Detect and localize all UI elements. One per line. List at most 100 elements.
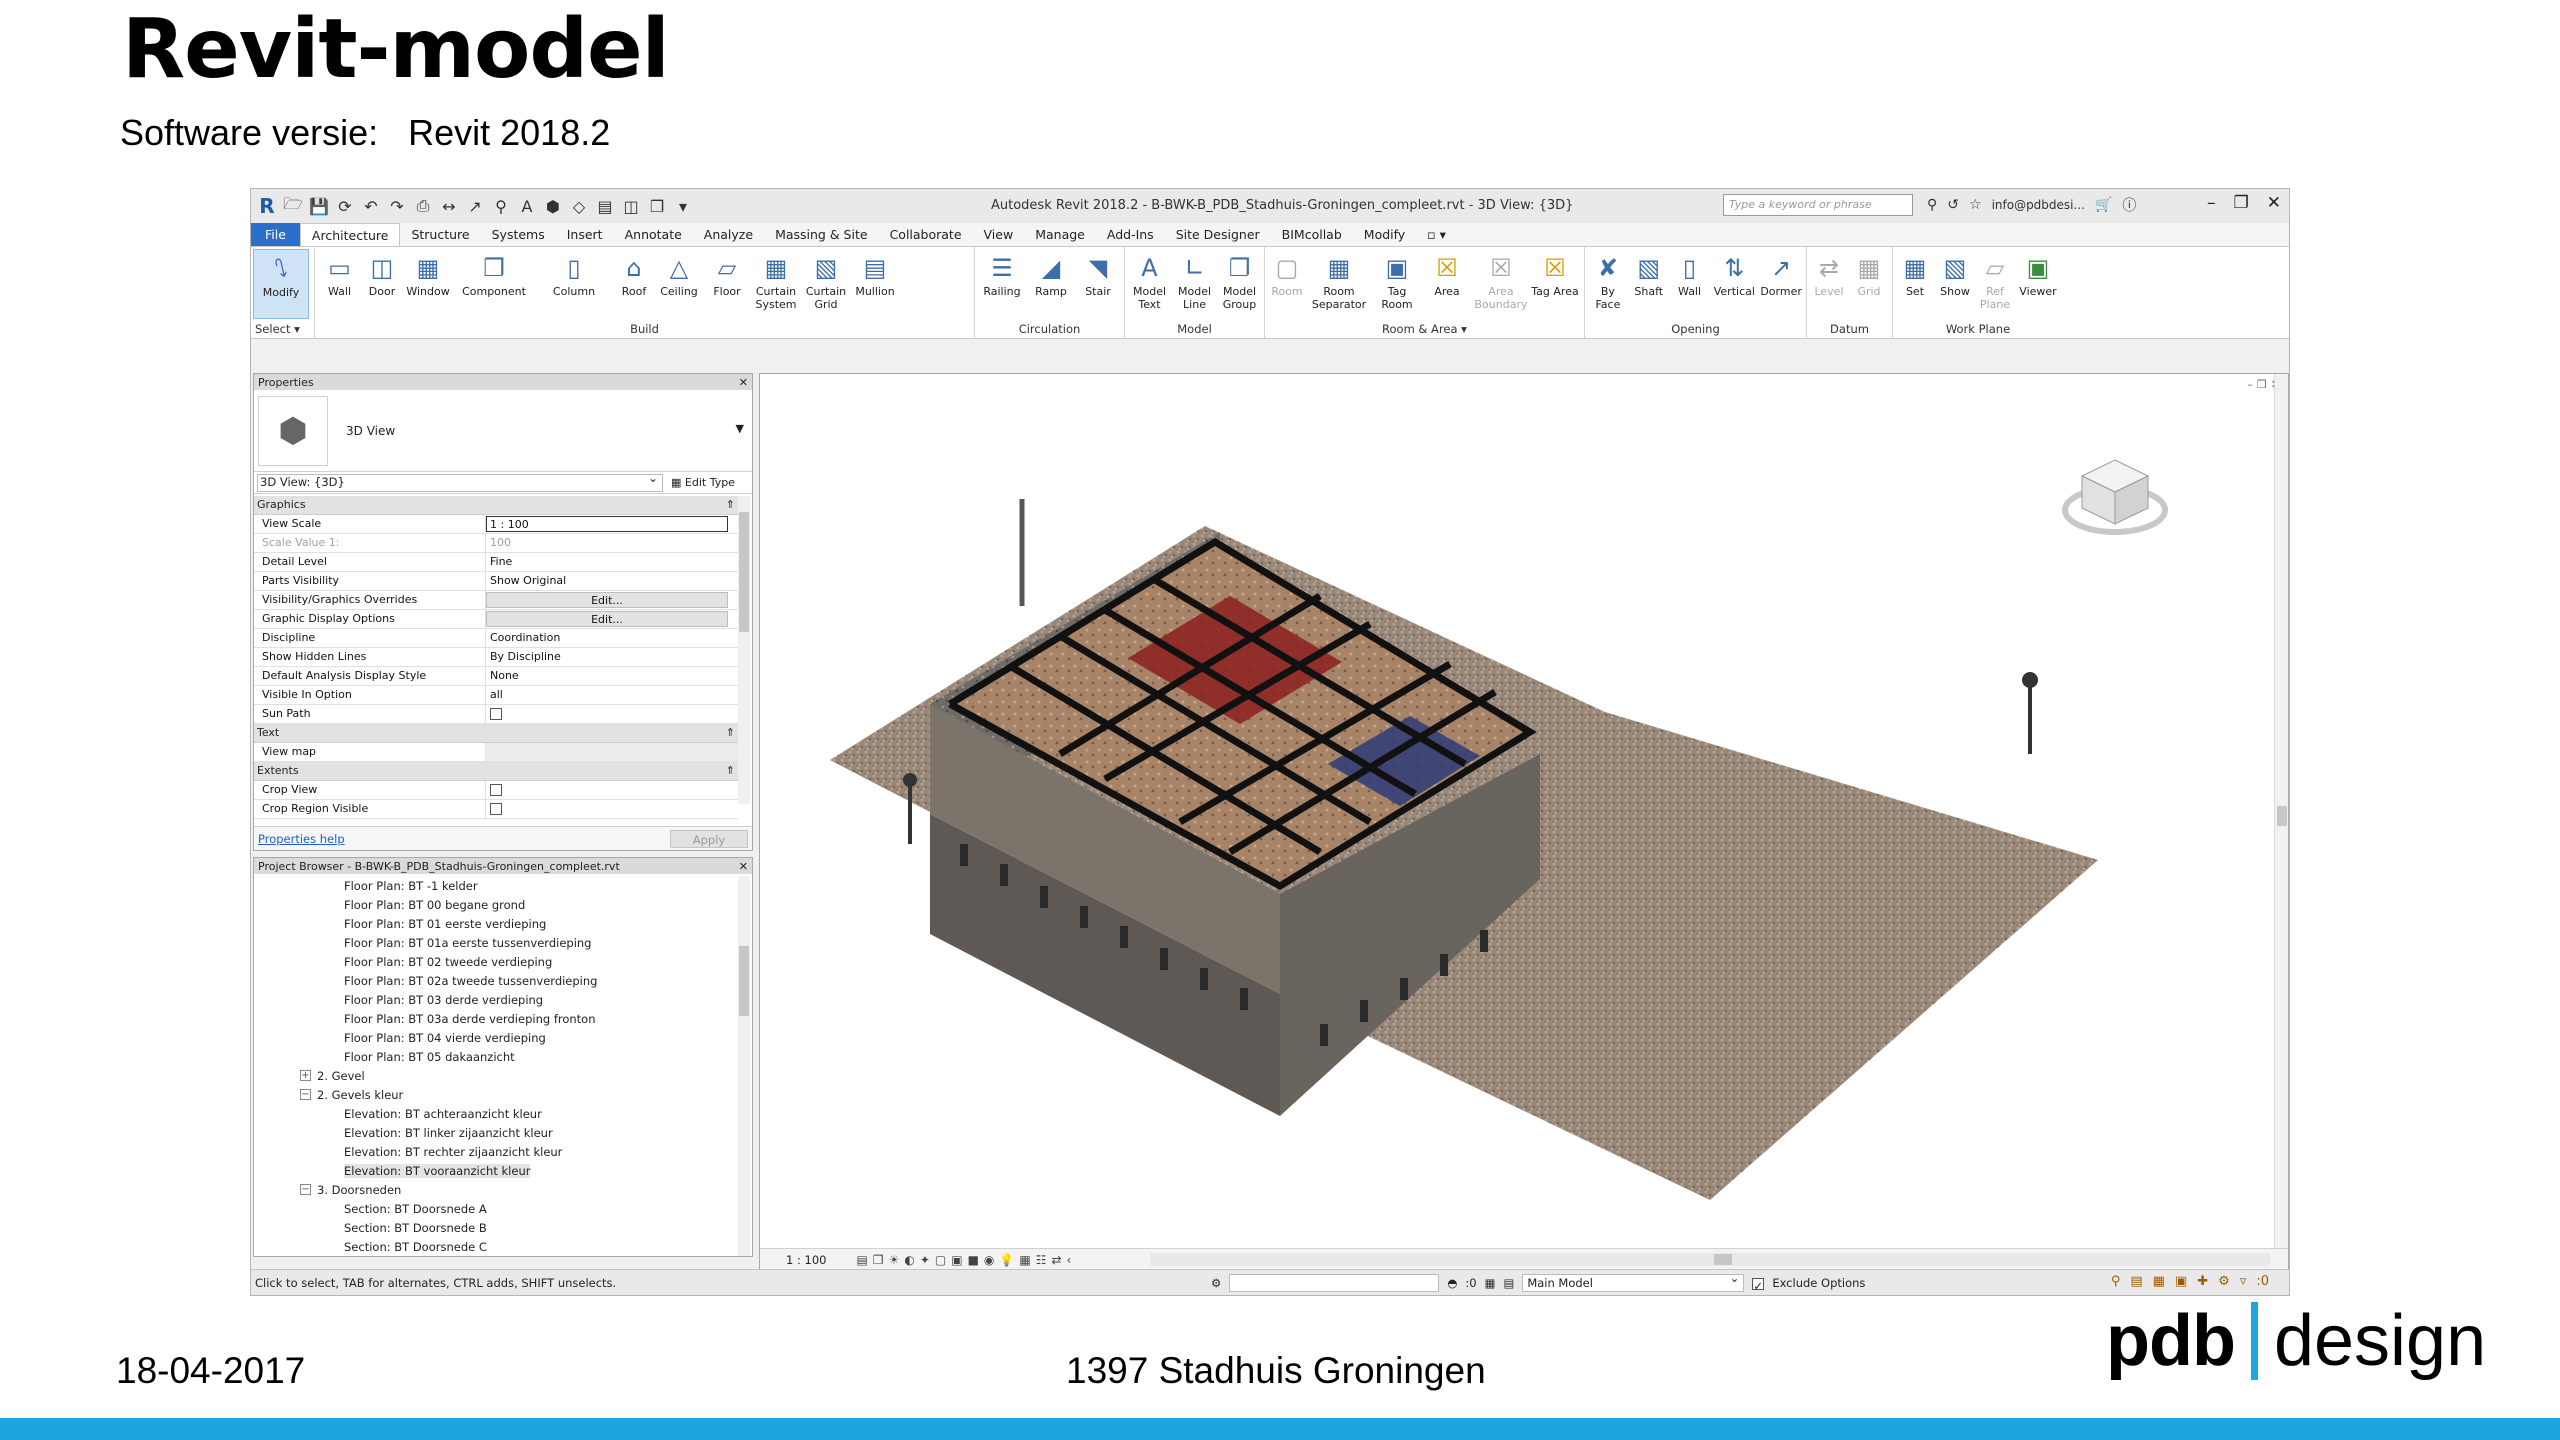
view-scale-label[interactable]: 1 : 100	[786, 1253, 826, 1267]
scroll-thumb[interactable]	[2277, 806, 2287, 826]
room-button[interactable]: ▢ Room	[1267, 249, 1307, 319]
tree-item[interactable]: Floor Plan: BT -1 kelder	[254, 876, 752, 895]
3d-viewport[interactable]: – ❐ ✕	[759, 373, 2289, 1271]
constraints-icon[interactable]: ⇄	[1051, 1253, 1061, 1267]
instance-dropdown[interactable]: 3D View: {3D}	[257, 471, 663, 492]
tree-item[interactable]: Floor Plan: BT 01 eerste verdieping	[254, 914, 752, 933]
ref-plane-button[interactable]: ▱ Ref Plane	[1975, 249, 2015, 319]
tree-item[interactable]: Elevation: BT linker zijaanzicht kleur	[254, 1123, 752, 1142]
revit-logo-icon[interactable]: R	[257, 194, 277, 218]
tab-options-icon[interactable]: ▫ ▾	[1416, 223, 1457, 246]
grid-button[interactable]: ▦ Grid	[1849, 249, 1889, 319]
tree-item[interactable]: Floor Plan: BT 01a eerste tussenverdiepi…	[254, 933, 752, 952]
tab-systems[interactable]: Systems	[481, 223, 556, 246]
browser-scrollbar[interactable]	[738, 876, 750, 1256]
customize-qat-icon[interactable]: ▾	[673, 196, 693, 216]
viewport-vertical-scrollbar[interactable]	[2274, 374, 2288, 1258]
tree-item[interactable]: Elevation: BT rechter zijaanzicht kleur	[254, 1142, 752, 1161]
close-hidden-icon[interactable]: ◫	[621, 196, 641, 216]
tree-item[interactable]: Floor Plan: BT 03 derde verdieping	[254, 990, 752, 1009]
print-icon[interactable]: ⎙	[413, 196, 433, 216]
minimize-icon[interactable]: –	[2207, 193, 2216, 213]
model-group-button[interactable]: ❐ Model Group	[1217, 249, 1262, 319]
section-icon[interactable]: ◇	[569, 196, 589, 216]
set-button[interactable]: ▦ Set	[1895, 249, 1935, 319]
favorites-icon[interactable]: ☆	[1969, 197, 1982, 213]
tree-item[interactable]: Floor Plan: BT 00 begane grond	[254, 895, 752, 914]
curtain-system-button[interactable]: ▦ Curtain System	[750, 249, 802, 319]
by-face-button[interactable]: ✘ By Face	[1587, 249, 1629, 319]
crop-region-icon[interactable]: ▣	[951, 1253, 962, 1267]
render-icon[interactable]: ✦	[920, 1253, 930, 1267]
mullion-button[interactable]: ▤ Mullion	[850, 249, 900, 319]
tab-view[interactable]: View	[973, 223, 1025, 246]
tab-bimcollab[interactable]: BIMcollab	[1271, 223, 1353, 246]
properties-help-link[interactable]: Properties help	[258, 832, 345, 846]
tab-manage[interactable]: Manage	[1024, 223, 1096, 246]
expand-icon[interactable]: +	[300, 1070, 311, 1081]
editable-only-icon[interactable]: ◓	[1447, 1276, 1457, 1290]
tag-room-button[interactable]: ▣ Tag Room	[1371, 249, 1423, 319]
viewcube-icon[interactable]	[2060, 452, 2170, 542]
tab-file[interactable]: File	[251, 223, 300, 246]
default-3d-icon[interactable]: ⬢	[543, 196, 563, 216]
tree-item[interactable]: Floor Plan: BT 04 vierde verdieping	[254, 1028, 752, 1047]
shaft-button[interactable]: ▧ Shaft	[1629, 249, 1669, 319]
tab-structure[interactable]: Structure	[400, 223, 480, 246]
viewport-horizontal-scrollbar[interactable]	[1150, 1253, 2270, 1266]
model-text-button[interactable]: A Model Text	[1127, 249, 1172, 319]
binoculars-icon[interactable]: ⚲	[1927, 197, 1937, 213]
stair-button[interactable]: ◥ Stair	[1075, 249, 1121, 319]
tab-architecture[interactable]: Architecture	[299, 223, 401, 246]
select-pinned-icon[interactable]: ▦	[2153, 1274, 2165, 1289]
group-extents[interactable]: Extents ⇑	[254, 762, 738, 781]
collapse-icon[interactable]: −	[300, 1089, 311, 1100]
select-links-icon[interactable]: ⚲	[2111, 1274, 2121, 1289]
design-options-icon[interactable]: ▦	[1485, 1276, 1496, 1290]
panel-select-label[interactable]: Select ▾	[251, 322, 314, 336]
select-by-face-icon[interactable]: ▣	[2175, 1274, 2187, 1289]
component-button[interactable]: ❒ Component	[454, 249, 534, 319]
graphic-display-edit-button[interactable]: Edit...	[486, 611, 728, 627]
settings-icon[interactable]: ⚙	[2218, 1274, 2230, 1289]
scroll-thumb[interactable]	[1714, 1254, 1732, 1265]
tree-group[interactable]: −2. Gevels kleur	[254, 1085, 752, 1104]
design-options-2-icon[interactable]: ▤	[1503, 1276, 1514, 1290]
tab-add-ins[interactable]: Add-Ins	[1096, 223, 1165, 246]
sync-icon[interactable]: ⟳	[335, 196, 355, 216]
redo-icon[interactable]: ↷	[387, 196, 407, 216]
model-line-button[interactable]: ∟ Model Line	[1172, 249, 1217, 319]
modify-button[interactable]: ⭛ Modify	[253, 249, 309, 319]
tree-group[interactable]: +2. Gevel	[254, 1066, 752, 1085]
tree-group[interactable]: −3. Doorsneden	[254, 1180, 752, 1199]
scroll-thumb[interactable]	[739, 512, 749, 632]
chevron-left-icon[interactable]: ‹	[1067, 1253, 1072, 1267]
tab-analyze[interactable]: Analyze	[693, 223, 764, 246]
crop-icon[interactable]: ▢	[935, 1253, 946, 1267]
cart-icon[interactable]: 🛒	[2095, 197, 2112, 213]
panel-room-area-label[interactable]: Room & Area ▾	[1265, 322, 1584, 336]
save-icon[interactable]: 💾	[309, 196, 329, 216]
select-underlay-icon[interactable]: ▤	[2130, 1274, 2142, 1289]
shadows-icon[interactable]: ◐	[904, 1253, 914, 1267]
wall-button[interactable]: ▭ Wall	[317, 249, 362, 319]
close-icon[interactable]: ✕	[739, 860, 748, 873]
thin-lines-icon[interactable]: ▤	[595, 196, 615, 216]
group-graphics[interactable]: Graphics ⇑	[254, 496, 738, 515]
collapse-icon[interactable]: −	[300, 1184, 311, 1195]
close-icon[interactable]: ✕	[739, 376, 748, 389]
temp-hide-icon[interactable]: ◉	[984, 1253, 994, 1267]
worksets-icon[interactable]: ⚙	[1211, 1276, 1221, 1290]
tag-icon[interactable]: ⚲	[491, 196, 511, 216]
design-option-dropdown[interactable]: Main Model	[1522, 1271, 1745, 1292]
ceiling-button[interactable]: △ Ceiling	[654, 249, 704, 319]
help-icon[interactable]: ⓘ	[2122, 195, 2136, 215]
close-icon[interactable]: ✕	[2267, 193, 2281, 213]
sun-path-checkbox[interactable]	[490, 708, 502, 720]
show-button[interactable]: ▧ Show	[1935, 249, 1975, 319]
tab-massing-site[interactable]: Massing & Site	[764, 223, 879, 246]
text-icon[interactable]: A	[517, 196, 537, 216]
reveal-hidden-icon[interactable]: 💡	[999, 1253, 1014, 1267]
column-button[interactable]: ▯ Column	[534, 249, 614, 319]
tag-area-button[interactable]: ☒ Tag Area	[1531, 249, 1579, 319]
